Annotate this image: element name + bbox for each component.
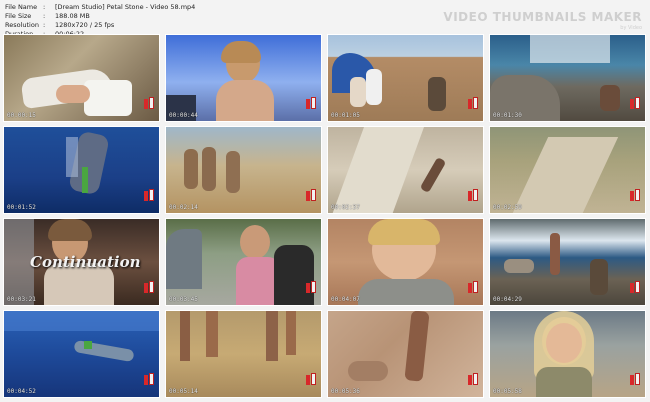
thumbnail-timestamp: 00:01:05 <box>331 112 360 119</box>
studio-logo-icon <box>630 189 640 203</box>
file-name-row: File Name : [Dream Studio] Petal Stone -… <box>5 3 195 12</box>
thumbnail-timestamp: 00:04:29 <box>493 296 522 303</box>
file-name-value: [Dream Studio] Petal Stone - Video 58.mp… <box>55 3 196 11</box>
thumbnail-grid: 00:00:15 00:00:44 00:01:05 00:01:30 00:0… <box>3 34 647 400</box>
thumbnail-3[interactable]: 00:01:05 <box>327 34 484 122</box>
separator: : <box>43 3 46 11</box>
file-size-row: File Size : 188.08 MB <box>5 12 195 21</box>
thumbnail-16[interactable]: 00:05:58 <box>489 310 646 398</box>
studio-logo-icon <box>306 281 316 295</box>
thumbnail-9[interactable]: Continuation 00:03:21 <box>3 218 160 306</box>
resolution-row: Resolution : 1280x720 / 25 fps <box>5 21 195 30</box>
thumbnail-8[interactable]: 00:02:59 <box>489 126 646 214</box>
thumbnail-5[interactable]: 00:01:52 <box>3 126 160 214</box>
thumbnail-timestamp: 00:02:59 <box>493 204 522 211</box>
studio-logo-icon <box>630 97 640 111</box>
thumbnail-timestamp: 00:03:21 <box>7 296 36 303</box>
file-size-value: 188.08 MB <box>55 12 90 20</box>
continuation-overlay: Continuation <box>30 253 141 271</box>
thumbnail-12[interactable]: 00:04:29 <box>489 218 646 306</box>
thumbnail-13[interactable]: 00:04:52 <box>3 310 160 398</box>
thumbnail-11[interactable]: 00:04:07 <box>327 218 484 306</box>
studio-logo-icon <box>468 281 478 295</box>
studio-logo-icon <box>468 97 478 111</box>
thumbnail-timestamp: 00:01:30 <box>493 112 522 119</box>
thumbnail-14[interactable]: 00:05:14 <box>165 310 322 398</box>
thumbnail-timestamp: 00:02:37 <box>331 204 360 211</box>
studio-logo-icon <box>630 373 640 387</box>
brand-watermark: VIDEO THUMBNAILS MAKER by Video <box>443 10 642 31</box>
file-size-label: File Size <box>5 12 32 20</box>
studio-logo-icon <box>630 281 640 295</box>
studio-logo-icon <box>144 373 154 387</box>
studio-logo-icon <box>468 189 478 203</box>
thumbnail-15[interactable]: 00:05:36 <box>327 310 484 398</box>
thumbnail-timestamp: 00:00:15 <box>7 112 36 119</box>
thumbnail-7[interactable]: 00:02:37 <box>327 126 484 214</box>
thumbnail-2[interactable]: 00:00:44 <box>165 34 322 122</box>
thumbnail-4[interactable]: 00:01:30 <box>489 34 646 122</box>
studio-logo-icon <box>306 97 316 111</box>
thumbnail-1[interactable]: 00:00:15 <box>3 34 160 122</box>
thumbnail-timestamp: 00:01:52 <box>7 204 36 211</box>
file-name-label: File Name <box>5 3 38 11</box>
thumbnail-timestamp: 00:00:44 <box>169 112 198 119</box>
thumbnail-timestamp: 00:02:14 <box>169 204 198 211</box>
resolution-label: Resolution <box>5 21 39 29</box>
resolution-value: 1280x720 / 25 fps <box>55 21 115 29</box>
thumbnail-timestamp: 00:05:58 <box>493 388 522 395</box>
thumbnail-10[interactable]: 00:03:45 <box>165 218 322 306</box>
thumbnail-timestamp: 00:04:07 <box>331 296 360 303</box>
studio-logo-icon <box>306 189 316 203</box>
separator: : <box>43 12 46 20</box>
thumbnail-timestamp: 00:05:14 <box>169 388 198 395</box>
studio-logo-icon <box>306 373 316 387</box>
brand-subtitle: by Video <box>620 25 642 31</box>
thumbnail-6[interactable]: 00:02:14 <box>165 126 322 214</box>
brand-title: VIDEO THUMBNAILS MAKER <box>443 10 642 24</box>
thumbnail-timestamp: 00:04:52 <box>7 388 36 395</box>
separator: : <box>43 21 46 29</box>
thumbnail-timestamp: 00:03:45 <box>169 296 198 303</box>
studio-logo-icon <box>144 97 154 111</box>
studio-logo-icon <box>144 281 154 295</box>
thumbnail-timestamp: 00:05:36 <box>331 388 360 395</box>
studio-logo-icon <box>468 373 478 387</box>
studio-logo-icon <box>144 189 154 203</box>
